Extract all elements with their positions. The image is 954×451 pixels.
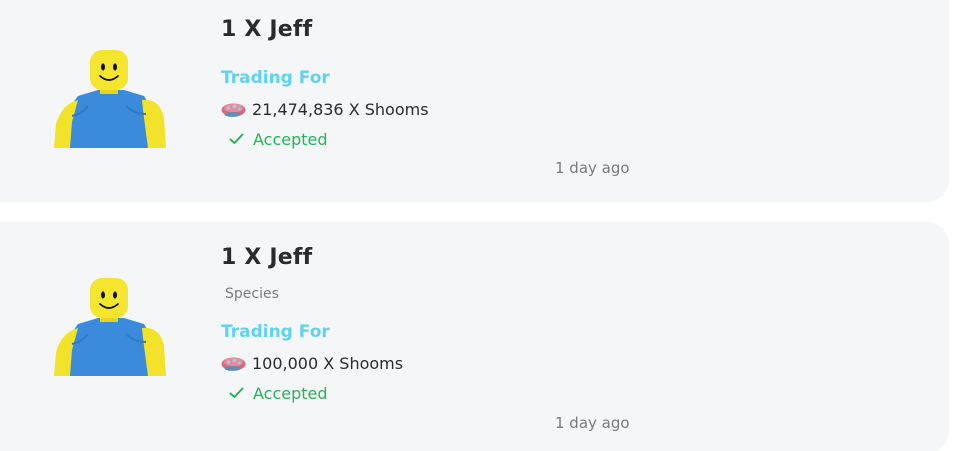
trading-for-label: Trading For — [221, 68, 330, 88]
status-text: Accepted — [253, 129, 328, 149]
trade-offer: 21,474,836 X Shooms — [220, 97, 429, 121]
timestamp: 1 day ago — [555, 414, 630, 432]
trading-for-label: Trading For — [221, 322, 330, 342]
trade-card[interactable]: 1 X Jeff Species Trading For 100,000 X S… — [0, 222, 949, 451]
noob-avatar-image — [53, 49, 167, 148]
timestamp: 1 day ago — [555, 159, 630, 177]
shoom-icon — [221, 357, 246, 371]
offer-text: 21,474,836 X Shooms — [252, 99, 429, 119]
item-category: Species — [225, 286, 279, 302]
noob-avatar-image — [53, 277, 167, 376]
trade-item-title: 1 X Jeff — [221, 245, 313, 270]
trade-list: 1 X Jeff Trading For 21,474,836 X Shooms… — [0, 0, 954, 451]
shoom-icon — [221, 103, 246, 117]
trade-card[interactable]: 1 X Jeff Trading For 21,474,836 X Shooms… — [0, 0, 949, 202]
status-text: Accepted — [253, 383, 328, 403]
trade-offer: 100,000 X Shooms — [220, 351, 403, 375]
offer-text: 100,000 X Shooms — [252, 353, 404, 373]
trade-item-title: 1 X Jeff — [221, 17, 313, 42]
check-icon — [229, 133, 244, 144]
status-badge: Accepted — [229, 128, 328, 150]
check-icon — [229, 387, 244, 398]
status-badge: Accepted — [229, 382, 328, 404]
